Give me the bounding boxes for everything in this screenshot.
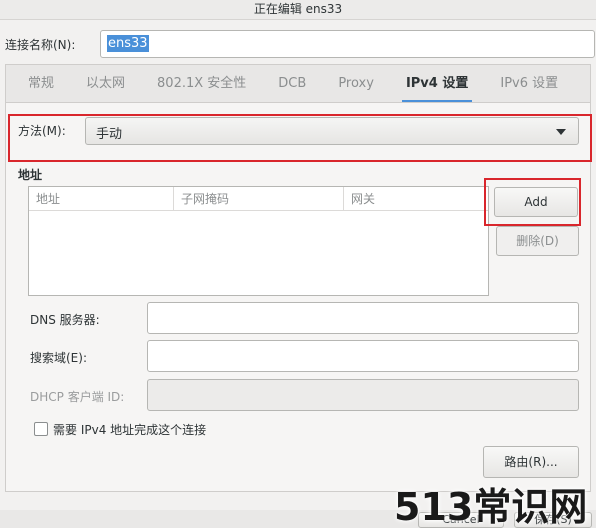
method-select[interactable]: 手动 [85, 117, 579, 145]
require-ipv4-checkbox[interactable] [34, 422, 48, 436]
dhcp-client-id-label: DHCP 客户端 ID: [30, 390, 125, 404]
connection-name-label: 连接名称(N): [5, 38, 76, 52]
addresses-table-header: 地址 子网掩码 网关 [29, 187, 488, 211]
dhcp-client-id-input[interactable] [147, 379, 579, 411]
tab-dcb[interactable]: DCB [278, 65, 306, 103]
dropdown-arrow-icon [556, 129, 566, 135]
dns-servers-input[interactable] [147, 302, 579, 334]
add-address-button[interactable]: Add [494, 187, 578, 217]
settings-tabs: 常规 以太网 802.1X 安全性 DCB Proxy IPv4 设置 IPv6… [5, 64, 591, 103]
tab-ipv6-settings[interactable]: IPv6 设置 [500, 65, 558, 103]
dns-servers-label: DNS 服务器: [30, 313, 100, 327]
method-value: 手动 [96, 127, 123, 142]
column-address[interactable]: 地址 [29, 187, 174, 210]
tab-proxy[interactable]: Proxy [338, 65, 374, 103]
tab-8021x-security[interactable]: 802.1X 安全性 [157, 65, 246, 103]
addresses-title: 地址 [18, 168, 43, 182]
method-label: 方法(M): [18, 124, 66, 138]
tab-ipv4-settings[interactable]: IPv4 设置 [401, 65, 473, 103]
search-domains-input[interactable] [147, 340, 579, 372]
connection-name-value: ens33 [107, 35, 149, 52]
addresses-table[interactable]: 地址 子网掩码 网关 [28, 186, 489, 296]
require-ipv4-label: 需要 IPv4 地址完成这个连接 [53, 423, 207, 437]
delete-address-button[interactable]: 删除(D) [496, 226, 579, 256]
tab-ethernet[interactable]: 以太网 [86, 65, 125, 103]
window-title: 正在编辑 ens33 [0, 0, 596, 20]
watermark-logo: 513常识网 [394, 485, 588, 528]
tab-general[interactable]: 常规 [28, 65, 54, 103]
connection-name-row: 连接名称(N): ens33 [5, 30, 595, 58]
column-gateway[interactable]: 网关 [344, 187, 488, 210]
search-domains-label: 搜索域(E): [30, 351, 87, 365]
connection-name-input[interactable]: ens33 [100, 30, 595, 58]
column-netmask[interactable]: 子网掩码 [174, 187, 344, 210]
routes-button[interactable]: 路由(R)... [483, 446, 579, 478]
